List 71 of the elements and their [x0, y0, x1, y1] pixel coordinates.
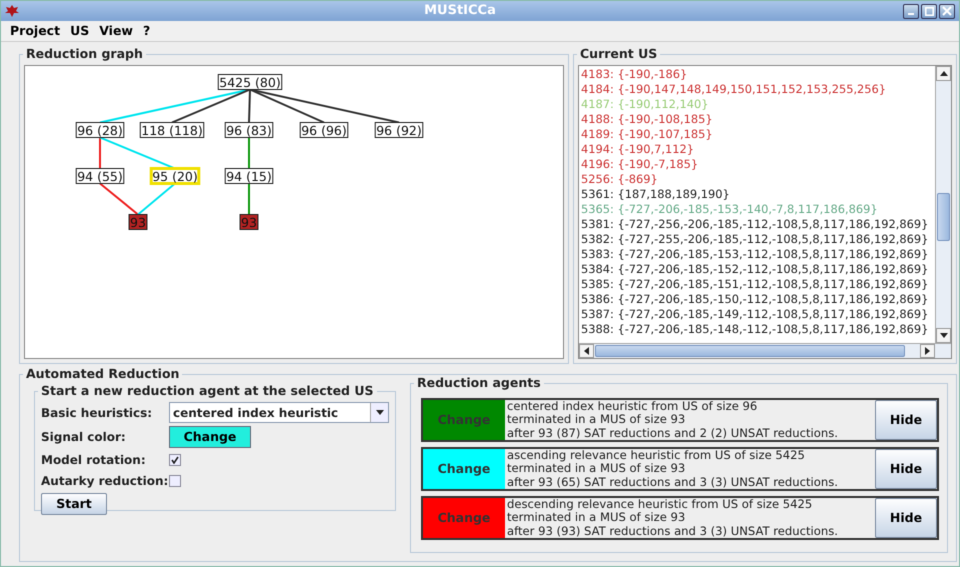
checkbox[interactable]: [169, 454, 181, 466]
us-clause[interactable]: 5384: {-727,-206,-185,-152,-112,-108,5,8,117,186,192,869}: [581, 262, 933, 277]
start-button[interactable]: Start: [41, 493, 107, 515]
us-clause[interactable]: 5383: {-727,-206,-185,-153,-112,-108,5,8,117,186,192,869}: [581, 247, 933, 262]
us-clause[interactable]: 5386: {-727,-206,-185,-150,-112,-108,5,8,117,186,192,869}: [581, 292, 933, 307]
panel-title: Reduction agents: [414, 375, 544, 391]
hide-button[interactable]: Hide: [875, 400, 937, 440]
us-node[interactable]: 95 (20): [150, 167, 200, 185]
us-clause[interactable]: 5382: {-727,-255,-206,-185,-112,-108,5,8,117,186,192,869}: [581, 232, 933, 247]
agent-description: after 93 (65) SAT reductions and 3 (3) UNSAT reductions.: [507, 476, 839, 490]
minimize-button[interactable]: [903, 4, 919, 18]
us-clause[interactable]: 5361: {187,188,189,190}: [581, 187, 933, 202]
checkbox[interactable]: [169, 475, 181, 487]
us-node[interactable]: 96 (83): [224, 122, 274, 138]
change-color-button[interactable]: Change: [423, 449, 505, 489]
maximize-button[interactable]: [921, 4, 937, 18]
us-node[interactable]: 5425 (80): [218, 74, 282, 90]
heuristics-dropdown[interactable]: centered index heuristic: [169, 402, 389, 423]
agent-description: terminated in a MUS of size 93: [507, 511, 686, 525]
field-label: Signal color:: [41, 429, 127, 446]
us-node[interactable]: 96 (28): [76, 122, 124, 138]
agent-description: after 93 (93) SAT reductions and 3 (3) UNSAT reductions.: [507, 524, 839, 538]
signal-color-button[interactable]: Change: [169, 426, 251, 448]
scroll-down-icon[interactable]: [940, 333, 948, 338]
scroll-up-icon[interactable]: [940, 71, 948, 76]
us-clause[interactable]: 4188: {-190,-108,185}: [581, 112, 933, 127]
close-button[interactable]: [939, 4, 955, 18]
us-clause[interactable]: 5387: {-727,-206,-185,-149,-112,-108,5,8,117,186,192,869}: [581, 307, 933, 322]
menu-item[interactable]: US: [65, 22, 94, 40]
close-icon: [942, 6, 952, 16]
horizontal-scrollbar[interactable]: [579, 343, 951, 358]
us-node[interactable]: 96 (96): [300, 122, 348, 138]
scroll-right-icon[interactable]: [925, 347, 930, 355]
menu-item[interactable]: Project: [5, 22, 66, 40]
window-title: MUStICCa: [423, 2, 497, 20]
field-label: Autarky reduction:: [41, 473, 169, 490]
field-label: Model rotation:: [41, 452, 147, 469]
app-logo-icon: [5, 5, 19, 17]
us-clause[interactable]: 4184: {-190,147,148,149,150,151,152,153,255,256}: [581, 82, 933, 97]
us-clause[interactable]: 4196: {-190,-7,185}: [581, 157, 933, 172]
us-clause[interactable]: 4183: {-190,-186}: [581, 67, 933, 82]
us-clause[interactable]: 5381: {-727,-256,-206,-185,-112,-108,5,8,117,186,192,869}: [581, 217, 933, 232]
us-clause[interactable]: 5256: {-869}: [581, 172, 933, 187]
us-clause[interactable]: 5388: {-727,-206,-185,-148,-112,-108,5,8,117,186,192,869}: [581, 322, 933, 337]
scroll-thumb[interactable]: [595, 345, 905, 357]
minimize-icon: [908, 13, 914, 15]
menu-item[interactable]: ?: [138, 22, 156, 40]
us-clause[interactable]: 5385: {-727,-206,-185,-151,-112,-108,5,8,117,186,192,869}: [581, 277, 933, 292]
scroll-thumb[interactable]: [937, 193, 950, 241]
us-node[interactable]: 94 (55): [76, 168, 124, 184]
us-node[interactable]: 118 (118): [140, 122, 204, 138]
caret-icon: [376, 410, 384, 415]
agent-description: after 93 (87) SAT reductions and 2 (2) UNSAT reductions.: [507, 426, 839, 440]
agent-description: centered index heuristic from US of size 96: [507, 400, 758, 414]
us-clause[interactable]: 4194: {-190,7,112}: [581, 142, 933, 157]
field-label: Basic heuristics:: [41, 404, 154, 422]
agent-description: ascending relevance heuristic from US of size 5425: [507, 448, 806, 462]
us-node[interactable]: 94 (15): [224, 168, 274, 184]
agent-description: terminated in a MUS of size 93: [507, 413, 686, 427]
menu-item[interactable]: View: [94, 22, 138, 40]
us-node[interactable]: 96 (92): [374, 122, 424, 138]
panel-title: Reduction graph: [23, 46, 146, 62]
agent-description: terminated in a MUS of size 93: [507, 462, 686, 476]
scroll-left-icon[interactable]: [584, 347, 589, 355]
hide-button[interactable]: Hide: [875, 498, 937, 538]
panel-title: Start a new reduction agent at the selected US: [38, 383, 377, 399]
vertical-scrollbar[interactable]: [935, 66, 951, 343]
hide-button[interactable]: Hide: [875, 449, 937, 489]
us-clause[interactable]: 4189: {-190,-107,185}: [581, 127, 933, 142]
agent-description: descending relevance heuristic from US of size 5425: [507, 498, 814, 512]
maximize-icon: [924, 6, 934, 16]
